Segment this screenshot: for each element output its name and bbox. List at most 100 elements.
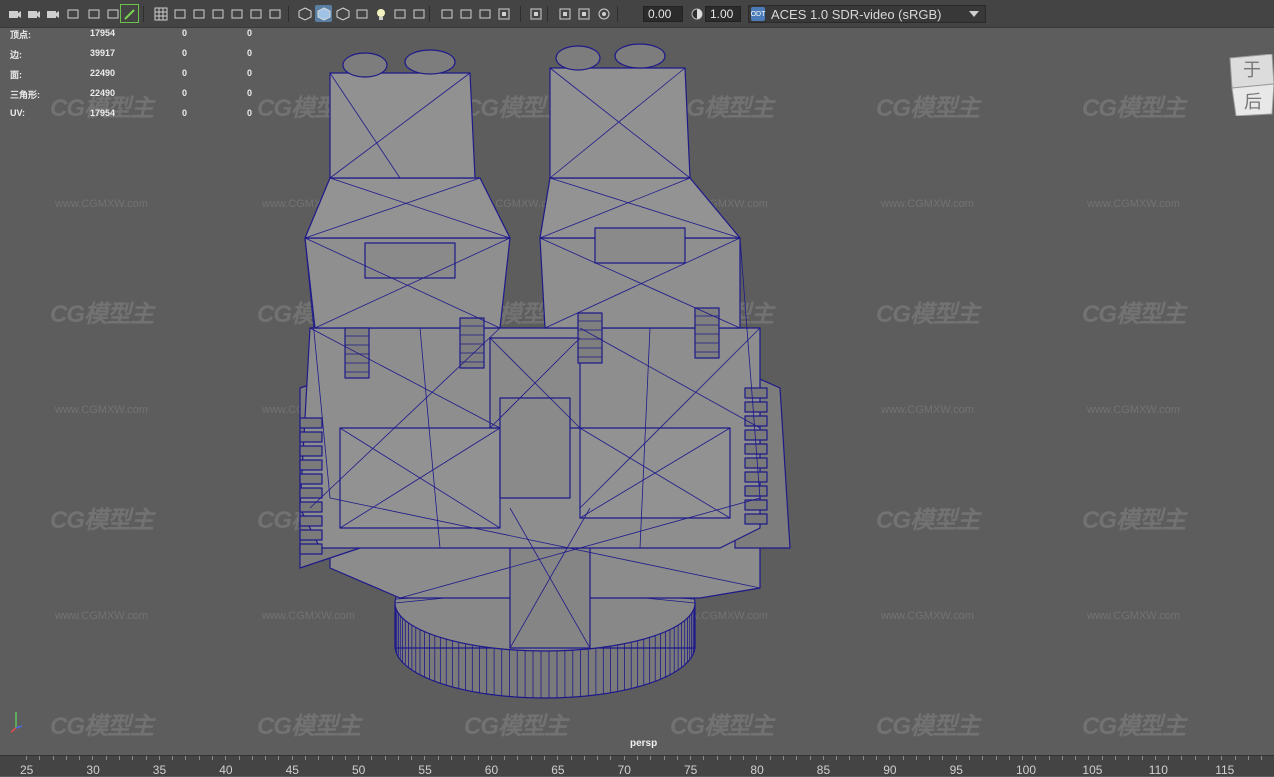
hud-value-total: 17954 bbox=[90, 28, 115, 38]
timeline-tick bbox=[783, 756, 784, 760]
hud-row: 面:2249000 bbox=[10, 68, 270, 82]
camera-name-label: persp bbox=[630, 738, 657, 749]
chevron-down-icon bbox=[969, 11, 979, 17]
timeline-frame-label: 105 bbox=[1082, 763, 1102, 777]
timeline-tick bbox=[411, 756, 412, 760]
xray-joints-icon[interactable] bbox=[556, 5, 573, 22]
timeline-tick bbox=[305, 756, 306, 760]
timeline-tick bbox=[39, 756, 40, 760]
color-space-label: ACES 1.0 SDR-video (sRGB) bbox=[771, 7, 942, 22]
use-lights-icon[interactable] bbox=[372, 5, 389, 22]
toolbar-separator bbox=[143, 6, 144, 22]
timeline-tick bbox=[278, 756, 279, 760]
film-gate-icon[interactable] bbox=[171, 5, 188, 22]
xray-active-icon[interactable] bbox=[575, 5, 592, 22]
field-chart-icon[interactable] bbox=[228, 5, 245, 22]
timeline-tick bbox=[956, 756, 957, 760]
timeline-tick bbox=[889, 756, 890, 760]
textured-icon[interactable] bbox=[353, 5, 370, 22]
view-cube[interactable]: 于 后 bbox=[1228, 54, 1274, 116]
model-wireframe[interactable] bbox=[0, 28, 1274, 755]
toolbar-separator bbox=[429, 6, 430, 22]
timeline-frame-label: 30 bbox=[86, 763, 99, 777]
timeline-tick bbox=[1208, 756, 1209, 760]
time-slider[interactable]: 2530354045505560657075808590951001051101… bbox=[0, 755, 1274, 776]
safe-title-icon[interactable] bbox=[266, 5, 283, 22]
hud-value-selected: 0 bbox=[182, 48, 187, 58]
timeline-tick bbox=[664, 756, 665, 760]
timeline-tick bbox=[1022, 756, 1023, 760]
timeline-tick bbox=[903, 756, 904, 760]
grease-pencil-icon[interactable] bbox=[121, 5, 138, 22]
timeline-tick bbox=[982, 756, 983, 760]
timeline-tick bbox=[942, 756, 943, 760]
timeline-tick bbox=[478, 756, 479, 760]
hud-label: 面: bbox=[10, 68, 22, 81]
timeline-tick bbox=[1195, 756, 1196, 760]
timeline-tick bbox=[1168, 756, 1169, 760]
timeline-tick bbox=[345, 756, 346, 760]
hud-row: 三角形:2249000 bbox=[10, 88, 270, 102]
timeline-frame-label: 35 bbox=[153, 763, 166, 777]
hud-label: 边: bbox=[10, 48, 22, 61]
resolution-gate-icon[interactable] bbox=[190, 5, 207, 22]
timeline-frame-label: 90 bbox=[883, 763, 896, 777]
two-d-pan-zoom-icon[interactable] bbox=[104, 5, 121, 22]
hud-value-selected: 0 bbox=[182, 108, 187, 118]
timeline-tick bbox=[464, 756, 465, 760]
timeline-tick bbox=[810, 756, 811, 760]
shadows-icon[interactable] bbox=[391, 5, 408, 22]
camera-select-icon[interactable] bbox=[6, 5, 23, 22]
timeline-tick bbox=[106, 756, 107, 760]
camera-attributes-icon[interactable] bbox=[25, 5, 42, 22]
timeline-tick bbox=[557, 756, 558, 760]
timeline-tick bbox=[159, 756, 160, 760]
timeline-frame-label: 115 bbox=[1215, 763, 1234, 777]
default-material-icon[interactable] bbox=[334, 5, 351, 22]
perspective-viewport[interactable]: CG模型主www.CGMXW.comCG模型主www.CGMXW.comCG模型… bbox=[0, 28, 1274, 755]
gamma-icon[interactable] bbox=[688, 5, 705, 22]
timeline-tick bbox=[1049, 756, 1050, 760]
smooth-shade-icon[interactable] bbox=[315, 5, 332, 22]
xray-icon[interactable] bbox=[527, 5, 544, 22]
timeline-tick bbox=[265, 756, 266, 760]
gate-mask-icon[interactable] bbox=[209, 5, 226, 22]
bookmark-icon[interactable] bbox=[64, 5, 81, 22]
timeline-tick bbox=[756, 756, 757, 760]
image-plane-icon[interactable] bbox=[85, 5, 102, 22]
timeline-frame-label: 50 bbox=[352, 763, 365, 777]
hud-row: UV:1795400 bbox=[10, 108, 270, 122]
hud-value-triangles: 0 bbox=[247, 28, 252, 38]
safe-action-icon[interactable] bbox=[247, 5, 264, 22]
hud-label: 三角形: bbox=[10, 88, 40, 101]
timeline-tick bbox=[398, 756, 399, 760]
screen-space-ao-icon[interactable] bbox=[410, 5, 427, 22]
timeline-tick bbox=[929, 756, 930, 760]
timeline-tick bbox=[1062, 756, 1063, 760]
timeline-tick bbox=[863, 756, 864, 760]
isolate-select-icon[interactable] bbox=[495, 5, 512, 22]
grid-icon[interactable] bbox=[152, 5, 169, 22]
exposure-icon[interactable] bbox=[595, 5, 612, 22]
hud-value-triangles: 0 bbox=[247, 108, 252, 118]
gamma-field[interactable] bbox=[705, 6, 741, 22]
motion-blur-icon[interactable] bbox=[438, 5, 455, 22]
hud-value-triangles: 0 bbox=[247, 88, 252, 98]
timeline-tick bbox=[385, 756, 386, 760]
hud-value-triangles: 0 bbox=[247, 68, 252, 78]
timeline-frame-label: 110 bbox=[1149, 763, 1168, 777]
depth-of-field-icon[interactable] bbox=[476, 5, 493, 22]
timeline-tick bbox=[571, 756, 572, 760]
timeline-tick bbox=[544, 756, 545, 760]
bookmark-camera-icon[interactable] bbox=[44, 5, 61, 22]
wireframe-icon[interactable] bbox=[296, 5, 313, 22]
timeline-tick bbox=[185, 756, 186, 760]
color-space-dropdown[interactable]: ODT ACES 1.0 SDR-video (sRGB) bbox=[748, 5, 986, 23]
timeline-tick bbox=[743, 756, 744, 760]
anti-aliasing-icon[interactable] bbox=[457, 5, 474, 22]
timeline-tick bbox=[1221, 756, 1222, 760]
panel-toolbar: ODT ACES 1.0 SDR-video (sRGB) bbox=[0, 0, 1274, 28]
timeline-tick bbox=[239, 756, 240, 760]
hud-value-total: 39917 bbox=[90, 48, 115, 58]
exposure-field[interactable] bbox=[643, 6, 683, 22]
